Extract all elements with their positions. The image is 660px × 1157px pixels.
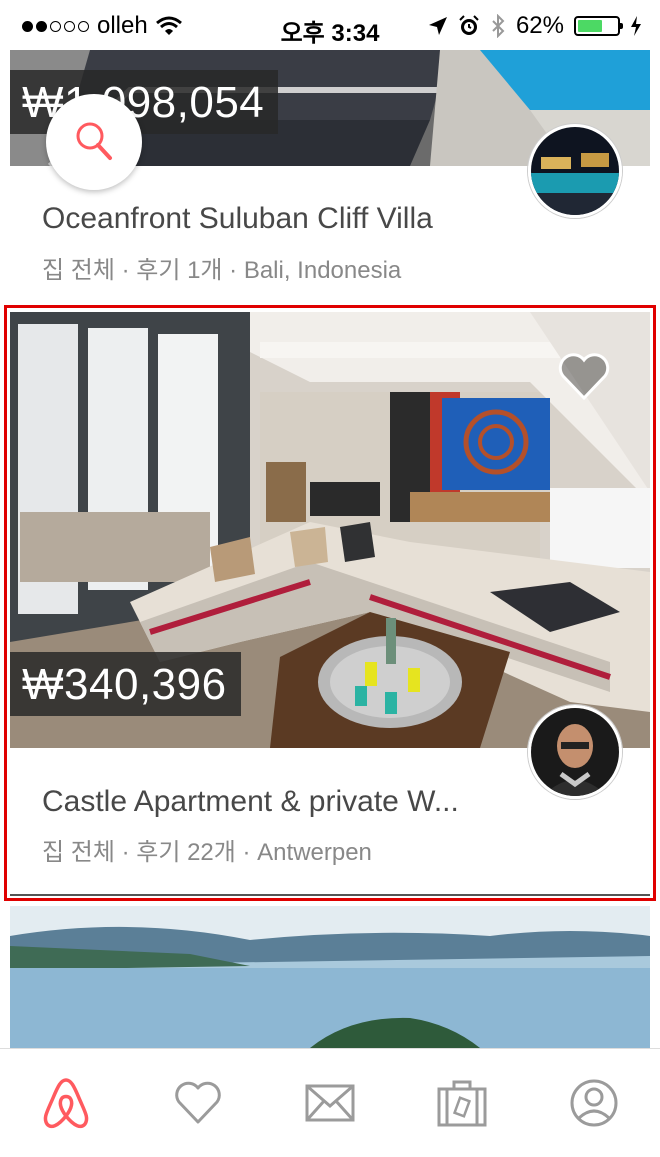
battery-percent: 62% [515,12,564,39]
favorite-heart-icon[interactable] [558,352,610,400]
battery-icon [574,16,623,36]
host-avatar[interactable] [528,124,622,218]
charging-icon [631,16,641,36]
price-tag: ₩340,396 [10,652,241,716]
airbnb-logo-icon [43,1078,89,1129]
coast-photo [10,906,650,1048]
host-photo [531,127,619,215]
search-icon [76,122,112,160]
bluetooth-icon [492,14,505,38]
tab-wishlists[interactable] [166,1071,230,1135]
tab-inbox[interactable] [298,1071,362,1135]
listing-card[interactable]: ₩340,396 Castle Apartment & private W...… [10,312,650,897]
heart-icon [175,1081,221,1124]
tab-profile[interactable] [562,1071,626,1135]
alarm-icon [459,15,479,35]
listing-card[interactable] [10,906,650,1048]
card-divider [10,894,650,896]
listing-title[interactable]: Castle Apartment & private W... [42,785,459,819]
status-bar: olleh 오후 3:34 62% [0,0,660,50]
tab-bar [0,1048,660,1157]
location-arrow-icon [428,17,447,35]
listing-subtitle: 집 전체 · 후기 1개 · Bali, Indonesia [42,257,402,284]
search-button[interactable] [46,94,142,190]
host-photo [531,708,619,796]
user-circle-icon [570,1079,618,1127]
listing-photo[interactable] [10,906,650,1048]
envelope-icon [305,1084,355,1122]
suitcase-icon [437,1080,487,1127]
host-avatar[interactable] [528,705,622,799]
listing-title[interactable]: Oceanfront Suluban Cliff Villa [42,202,433,236]
listing-subtitle: 집 전체 · 후기 22개 · Antwerpen [42,839,372,866]
status-right: 62% [428,12,642,40]
tab-trips[interactable] [430,1071,494,1135]
tab-explore[interactable] [34,1071,98,1135]
